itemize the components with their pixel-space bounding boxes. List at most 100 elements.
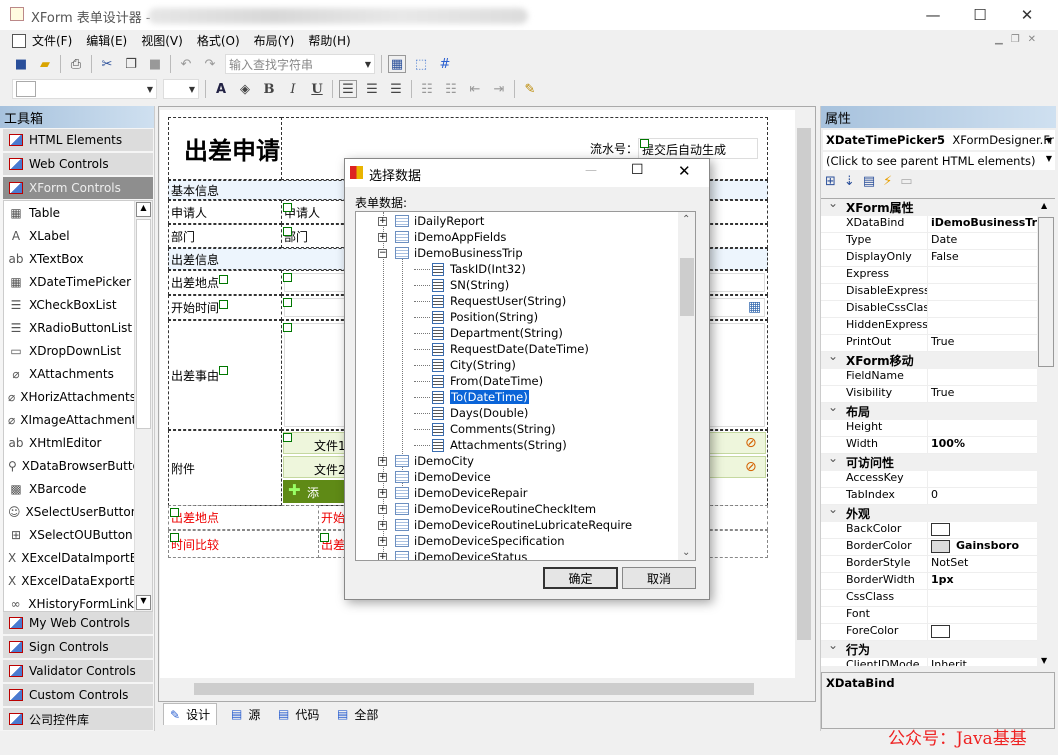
tree-node[interactable]: Attachments(String) — [414, 437, 567, 453]
expand-icon[interactable]: + — [378, 216, 387, 226]
indent-icon[interactable]: ⇥ — [490, 80, 508, 98]
unordered-list-icon[interactable]: ☷ — [442, 80, 460, 98]
maximize-button[interactable]: ☐ — [957, 0, 1003, 30]
copy-icon[interactable]: ❐ — [122, 55, 140, 73]
font-color-icon[interactable]: A — [212, 80, 230, 98]
cut-icon[interactable]: ✂ — [98, 55, 116, 73]
toolbox-item[interactable]: ☰ XRadioButtonList — [4, 316, 134, 339]
expand-icon[interactable]: + — [378, 552, 387, 560]
toolbox-item[interactable]: ▦ XDateTimePicker — [4, 270, 134, 293]
property-row[interactable]: Express — [821, 267, 1037, 284]
tree-node[interactable]: Days(Double) — [414, 405, 528, 421]
paste-icon[interactable]: ■ — [146, 55, 164, 73]
toolbox-category[interactable]: HTML Elements — [3, 129, 153, 151]
tab-code[interactable]: ▤ 代码 — [272, 703, 325, 725]
dialog-close-button[interactable]: ✕ — [678, 162, 691, 180]
tree-node[interactable]: To(DateTime) — [414, 389, 529, 405]
scroll-down-icon[interactable]: ▼ — [136, 595, 151, 610]
toolbox-item[interactable]: A XLabel — [4, 224, 134, 247]
underline-button[interactable]: U — [308, 80, 326, 98]
toolbox-item[interactable]: ⌀ XAttachments — [4, 362, 134, 385]
property-grid-scrollbar[interactable]: ▲ ▼ — [1037, 199, 1055, 666]
tree-node[interactable]: TaskID(Int32) — [414, 261, 526, 277]
toolbox-category[interactable]: Sign Controls — [3, 636, 153, 658]
open-icon[interactable]: ▰ — [36, 55, 54, 73]
menu-edit[interactable]: 编辑(E) — [86, 32, 127, 49]
toolbox-item[interactable]: ab XTextBox — [4, 247, 134, 270]
property-row[interactable]: XDataBind iDemoBusinessTrip — [821, 216, 1037, 233]
property-category[interactable]: 外观 — [821, 502, 1037, 522]
font-size-select[interactable]: ▼ — [163, 79, 199, 99]
menu-format[interactable]: 格式(O) — [197, 32, 240, 49]
property-row[interactable]: CssClass — [821, 590, 1037, 607]
ok-button[interactable]: 确定 — [543, 567, 618, 589]
toolbox-category[interactable]: XForm Controls — [3, 177, 153, 199]
toolbox-item[interactable]: ⊞ XSelectOUButton — [4, 523, 134, 546]
tree-node[interactable]: + iDemoDeviceRepair — [378, 485, 528, 501]
toolbox-item[interactable]: ▭ XDropDownList — [4, 339, 134, 362]
property-row[interactable]: BorderStyle NotSet — [821, 556, 1037, 573]
toolbox-item[interactable]: ⌀ XHorizAttachments — [4, 385, 134, 408]
toolbox-scrollbar[interactable]: ▲ ▼ — [134, 201, 152, 611]
tab-source[interactable]: ▤ 源 — [225, 703, 266, 725]
toolbox-item[interactable]: ☰ XCheckBoxList — [4, 293, 134, 316]
ordered-list-icon[interactable]: ☷ — [418, 80, 436, 98]
property-row[interactable]: Height — [821, 420, 1037, 437]
property-row[interactable]: Width 100% — [821, 437, 1037, 454]
menu-layout[interactable]: 布局(Y) — [254, 32, 295, 49]
expand-icon[interactable]: + — [378, 456, 387, 466]
align-left-icon[interactable]: ☰ — [339, 80, 357, 98]
property-row[interactable]: BackColor — [821, 522, 1037, 539]
tree-node[interactable]: + iDemoDeviceStatus — [378, 549, 527, 560]
scroll-up-icon[interactable]: ▲ — [136, 202, 151, 217]
property-pages-icon[interactable]: ▭ — [900, 174, 912, 189]
property-category[interactable]: 布局 — [821, 400, 1037, 420]
expand-icon[interactable]: + — [378, 504, 387, 514]
dialog-maximize-button[interactable]: ☐ — [631, 162, 644, 178]
canvas-horizontal-scrollbar[interactable] — [160, 680, 795, 698]
object-selector[interactable]: XDateTimePicker5 XFormDesigner.Fr ▼ — [823, 130, 1055, 150]
tab-all[interactable]: ▤ 全部 — [331, 703, 384, 725]
toolbox-item[interactable]: XXExcelDataExportB... — [4, 569, 134, 592]
show-borders-icon[interactable]: ⬚ — [412, 55, 430, 73]
font-name-select[interactable]: ▼ — [12, 79, 157, 99]
serial-input[interactable]: 提交后自动生成 — [638, 138, 758, 159]
tree-node[interactable]: − iDemoBusinessTrip — [378, 245, 523, 261]
minimize-button[interactable]: — — [910, 0, 956, 30]
tree-node[interactable]: From(DateTime) — [414, 373, 543, 389]
calendar-icon[interactable]: ▦ — [748, 299, 761, 315]
align-center-icon[interactable]: ☰ — [363, 80, 381, 98]
tree-node[interactable]: Department(String) — [414, 325, 563, 341]
close-button[interactable]: ✕ — [1004, 0, 1050, 30]
property-category[interactable]: XForm属性 — [821, 199, 1037, 216]
property-row[interactable]: DisableExpress — [821, 284, 1037, 301]
property-row[interactable]: Type Date — [821, 233, 1037, 250]
expand-icon[interactable]: + — [378, 536, 387, 546]
property-row[interactable]: Font — [821, 607, 1037, 624]
tree-node[interactable]: + iDemoDeviceRoutineLubricateRequire — [378, 517, 632, 533]
property-row[interactable]: BorderColor Gainsboro — [821, 539, 1037, 556]
toolbox-category[interactable]: 公司控件库 — [3, 708, 153, 730]
property-row[interactable]: DisableCssClass — [821, 301, 1037, 318]
bold-button[interactable]: B — [260, 80, 278, 98]
toolbox-category[interactable]: Validator Controls — [3, 660, 153, 682]
tree-node[interactable]: SN(String) — [414, 277, 509, 293]
property-row[interactable]: AccessKey — [821, 471, 1037, 488]
property-row[interactable]: DisplayOnly False — [821, 250, 1037, 267]
toolbox-item[interactable]: XXExcelDataImportB... — [4, 546, 134, 569]
tree-node[interactable]: + iDailyReport — [378, 213, 484, 229]
property-row[interactable]: BorderWidth 1px — [821, 573, 1037, 590]
dialog-minimize-button[interactable]: — — [585, 163, 597, 177]
toolbox-item[interactable]: ▩ XBarcode — [4, 477, 134, 500]
parent-elements-selector[interactable]: (Click to see parent HTML elements) ▼ — [823, 152, 1055, 170]
expand-icon[interactable]: + — [378, 232, 387, 242]
print-icon[interactable]: ⎙ — [67, 55, 85, 73]
property-category[interactable]: 可访问性 — [821, 451, 1037, 471]
mdi-controls[interactable]: ▁❐✕ — [995, 34, 1044, 45]
property-row[interactable]: Visibility True — [821, 386, 1037, 403]
toolbox-category[interactable]: My Web Controls — [3, 612, 153, 634]
outdent-icon[interactable]: ⇤ — [466, 80, 484, 98]
tab-design[interactable]: ✎ 设计 — [163, 703, 218, 725]
property-row[interactable]: PrintOut True — [821, 335, 1037, 352]
tree-node[interactable]: + iDemoDeviceSpecification — [378, 533, 565, 549]
